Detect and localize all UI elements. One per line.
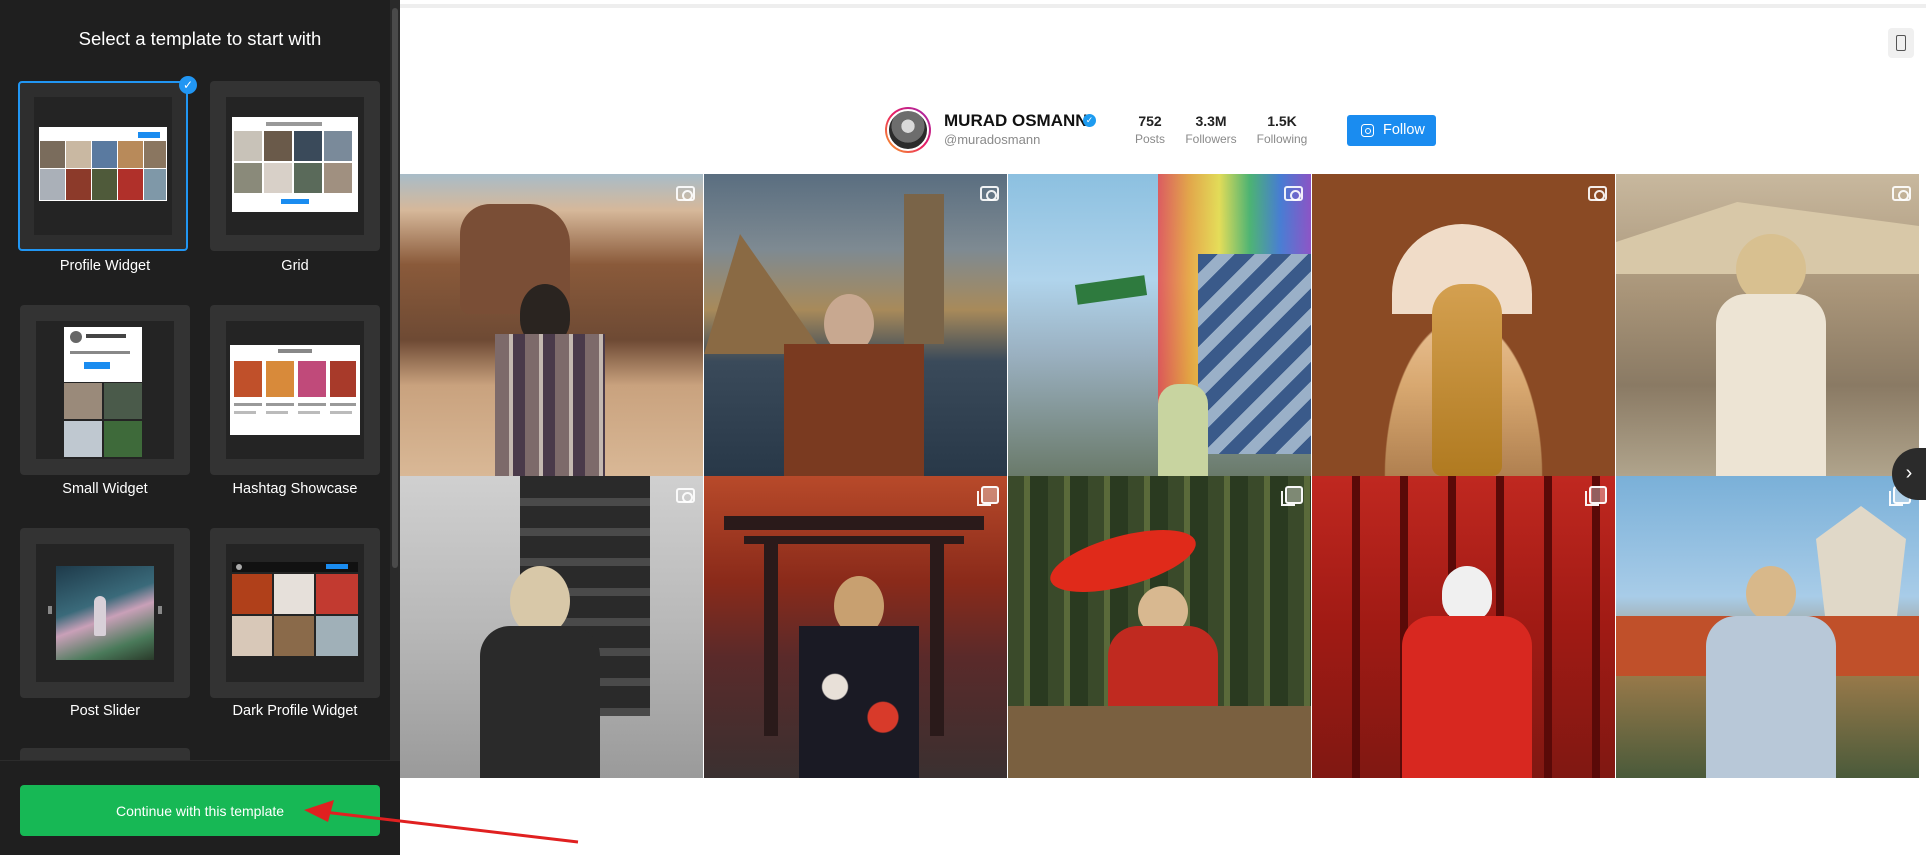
camera-icon (980, 186, 999, 201)
profile-avatar[interactable] (885, 107, 931, 153)
template-label: Hashtag Showcase (232, 481, 358, 497)
template-preview-thumbnail (226, 97, 364, 235)
stat-followers-value: 3.3M (1195, 113, 1227, 129)
sidebar-title: Select a template to start with (78, 28, 322, 49)
photo-tile[interactable] (1008, 174, 1311, 476)
template-grid[interactable] (210, 81, 380, 251)
stat-followers-label: Followers (1185, 132, 1237, 146)
template-small-widget[interactable] (20, 305, 190, 475)
photo-tile[interactable] (704, 476, 1007, 778)
preview-top-border (400, 4, 1926, 8)
photo-tile[interactable] (1616, 174, 1919, 476)
template-preview-thumbnail (226, 544, 364, 682)
photo-tile[interactable] (400, 476, 703, 778)
template-hashtag-showcase[interactable] (210, 305, 380, 475)
verified-icon: ✓ (1083, 114, 1096, 127)
template-sidebar: Select a template to start with ✓ Profil… (0, 0, 400, 855)
follow-button[interactable]: Follow (1347, 115, 1436, 146)
template-label: Grid (281, 258, 309, 274)
template-label: Post Slider (69, 703, 141, 719)
photo-tile[interactable] (1616, 476, 1919, 778)
selected-check-icon: ✓ (179, 76, 197, 94)
template-preview-thumbnail (34, 97, 172, 235)
photo-tile[interactable] (704, 174, 1007, 476)
template-preview-thumbnail (226, 321, 364, 459)
photo-tile[interactable] (1008, 476, 1311, 778)
template-preview-thumbnail (36, 321, 174, 459)
multi-icon (1585, 486, 1607, 506)
photo-tile[interactable] (400, 174, 703, 476)
follow-label: Follow (1383, 122, 1425, 138)
sidebar-scrollbar-thumb[interactable] (392, 8, 398, 568)
template-label: Dark Profile Widget (232, 703, 358, 719)
camera-icon (1892, 186, 1911, 201)
photo-tile[interactable] (1312, 174, 1615, 476)
profile-name[interactable]: MURAD OSMANN (944, 111, 1088, 131)
mobile-device-icon (1896, 35, 1906, 51)
camera-icon (676, 186, 695, 201)
template-label: Small Widget (62, 481, 148, 497)
instagram-icon (1361, 124, 1374, 137)
camera-icon (676, 488, 695, 503)
annotation-arrow (304, 800, 579, 844)
stat-following-value: 1.5K (1267, 113, 1297, 129)
template-preview-thumbnail (36, 544, 174, 682)
multi-icon (1281, 486, 1303, 506)
stat-following-label: Following (1256, 132, 1308, 146)
template-dark-profile-widget[interactable] (210, 528, 380, 698)
photo-tile[interactable] (1312, 476, 1615, 778)
template-label: Profile Widget (59, 258, 151, 274)
profile-handle[interactable]: @muradosmann (944, 132, 1040, 147)
camera-icon (1284, 186, 1303, 201)
multi-icon (977, 486, 999, 506)
template-post-slider[interactable] (20, 528, 190, 698)
device-toggle-button[interactable] (1888, 28, 1914, 58)
camera-icon (1588, 186, 1607, 201)
template-profile-widget[interactable] (18, 81, 188, 251)
